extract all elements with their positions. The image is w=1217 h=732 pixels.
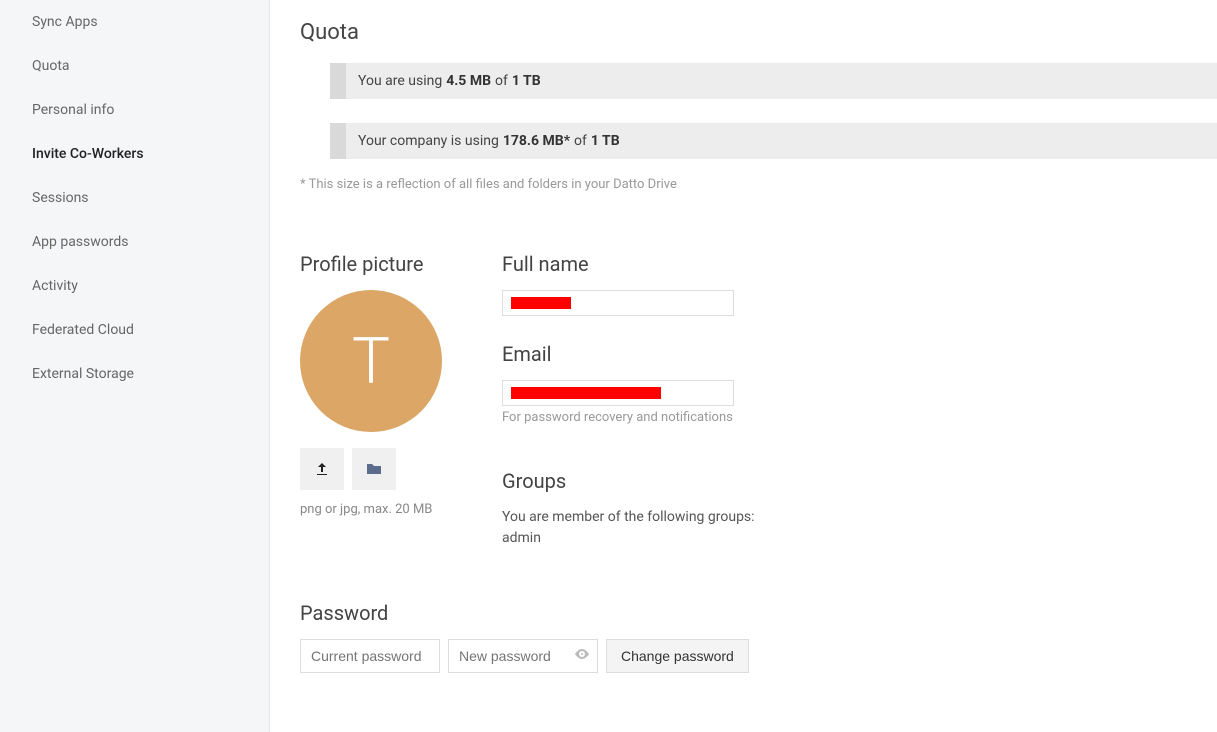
new-password-wrap [448,639,598,673]
password-section: Password Change password [300,601,1217,673]
fullname-redacted [511,297,571,309]
sidebar-item-personal-info[interactable]: Personal info [0,88,269,132]
sidebar-item-app-passwords[interactable]: App passwords [0,220,269,264]
sidebar-item-invite-co-workers[interactable]: Invite Co-Workers [0,132,269,176]
profile-details-column: Full name Email For password recovery an… [502,252,755,571]
browse-avatar-button[interactable] [352,448,396,490]
current-password-input[interactable] [300,639,440,673]
password-row: Change password [300,639,1217,673]
fullname-heading: Full name [502,252,755,276]
quota-bar-personal-fill [330,63,346,99]
avatar-hint: png or jpg, max. 20 MB [300,502,442,517]
quota-text-company: Your company is using 178.6 MB* of 1 TB [346,123,636,159]
main-content: Quota You are using 4.5 MB of 1 TB Your … [270,0,1217,732]
avatar: T [300,290,442,432]
groups-block: Groups You are member of the following g… [502,469,755,549]
toggle-password-visibility-icon[interactable] [574,646,590,666]
email-input[interactable] [502,380,734,406]
groups-text: You are member of the following groups: … [502,507,755,549]
profile-picture-column: Profile picture T png or jpg, max. 20 MB [300,252,442,571]
quota-text-personal: You are using 4.5 MB of 1 TB [346,63,557,99]
sidebar-item-federated-cloud[interactable]: Federated Cloud [0,308,269,352]
profile-picture-heading: Profile picture [300,252,442,276]
sidebar-item-sessions[interactable]: Sessions [0,176,269,220]
sidebar-item-sync-apps[interactable]: Sync Apps [0,0,269,44]
sidebar-item-activity[interactable]: Activity [0,264,269,308]
change-password-button[interactable]: Change password [606,639,749,673]
quota-bar-company-fill [330,123,346,159]
quota-bar-company: Your company is using 178.6 MB* of 1 TB [330,123,1217,159]
email-block: Email For password recovery and notifica… [502,342,755,447]
groups-value: admin [502,530,541,546]
upload-icon [314,461,330,477]
password-heading: Password [300,601,1217,625]
groups-heading: Groups [502,469,755,493]
upload-avatar-button[interactable] [300,448,344,490]
email-hint: For password recovery and notifications [502,410,755,425]
sidebar-item-external-storage[interactable]: External Storage [0,352,269,396]
sidebar: Sync Apps Quota Personal info Invite Co-… [0,0,270,732]
email-heading: Email [502,342,755,366]
fullname-block: Full name [502,252,755,320]
profile-section: Profile picture T png or jpg, max. 20 MB… [300,252,1217,571]
email-redacted [511,387,661,399]
fullname-input[interactable] [502,290,734,316]
folder-icon [366,461,382,477]
avatar-buttons [300,448,442,490]
quota-footnote: * This size is a reflection of all files… [300,177,1217,192]
sidebar-item-quota[interactable]: Quota [0,44,269,88]
quota-bar-personal: You are using 4.5 MB of 1 TB [330,63,1217,99]
quota-heading: Quota [300,20,1217,45]
